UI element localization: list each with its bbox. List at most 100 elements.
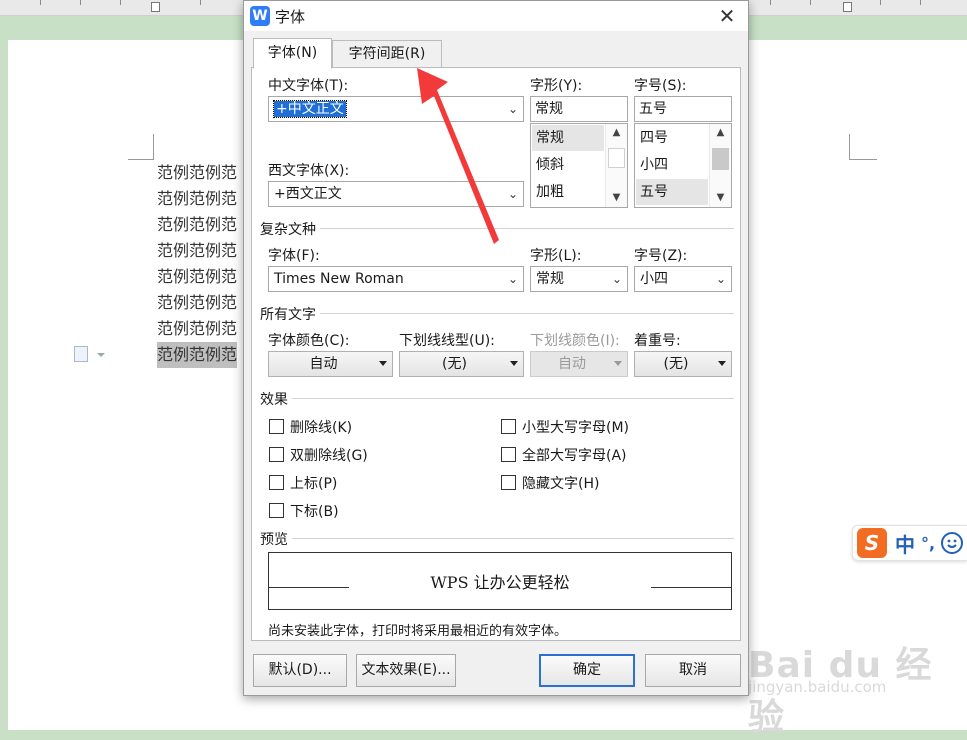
ruler-right-marker[interactable]: [843, 2, 852, 12]
subscript-label[interactable]: 下标(B): [290, 501, 339, 521]
underline-style-label: 下划线线型(U):: [399, 333, 495, 349]
section-all-text: 所有文字: [260, 304, 320, 324]
list-item[interactable]: 倾斜: [532, 152, 604, 178]
hidden-text-checkbox[interactable]: [501, 475, 516, 490]
small-caps-label[interactable]: 小型大写字母(M): [522, 417, 629, 437]
scroll-up-icon[interactable]: ▲: [606, 124, 627, 142]
size-listbox[interactable]: 四号 小四 五号 ▲ ▼: [634, 123, 732, 208]
superscript-checkbox[interactable]: [269, 475, 284, 490]
document-text[interactable]: 范例范例范 范例范例范 范例范例范 范例范例范 范例范例范 范例范例范 范例范例…: [157, 160, 238, 368]
ruler-indent-marker[interactable]: [151, 2, 160, 12]
doc-line: 范例范例范: [157, 319, 238, 338]
font-preview-box: WPS 让办公更轻松: [268, 552, 732, 610]
preview-text: WPS 让办公更轻松: [430, 573, 570, 592]
cancel-button[interactable]: 取消: [645, 654, 741, 687]
double-strikethrough-label[interactable]: 双删除线(G): [290, 445, 368, 465]
western-font-combo[interactable]: +西文正文 ⌄: [268, 181, 524, 207]
close-icon[interactable]: ✕: [714, 3, 740, 29]
chevron-down-icon[interactable]: ⌄: [508, 182, 518, 206]
crop-mark-left: [128, 134, 154, 160]
chinese-font-value: +中文正文: [273, 100, 347, 118]
font-color-label: 字体颜色(C):: [268, 333, 350, 349]
doc-line-selected: 范例范例范: [157, 342, 238, 368]
paragraph-layout-icon[interactable]: [74, 346, 105, 362]
default-button[interactable]: 默认(D)...: [253, 654, 347, 687]
list-item[interactable]: 四号: [636, 125, 708, 151]
dropdown-arrow-icon: [614, 361, 622, 366]
complex-style-label: 字形(L):: [530, 248, 582, 264]
complex-style-value: 常规: [536, 271, 564, 287]
all-caps-label[interactable]: 全部大写字母(A): [522, 445, 627, 465]
tab-character-spacing[interactable]: 字符间距(R): [332, 40, 442, 68]
watermark-url: jingyan.baidu.com: [748, 678, 887, 696]
style-listbox[interactable]: 常规 倾斜 加粗 ▲ ▼: [530, 123, 628, 208]
dropdown-arrow-icon: [718, 361, 726, 366]
underline-color-value: 自动: [558, 356, 586, 372]
emphasis-dropdown[interactable]: (无): [634, 351, 732, 377]
complex-font-combo[interactable]: Times New Roman ⌄: [268, 266, 524, 292]
size-scrollbar[interactable]: ▲ ▼: [709, 124, 731, 207]
doc-line: 范例范例范: [157, 189, 238, 208]
list-item[interactable]: 加粗: [532, 179, 604, 205]
section-effects: 效果: [260, 389, 292, 409]
complex-style-combo[interactable]: 常规 ⌄: [530, 266, 628, 292]
doc-line: 范例范例范: [157, 241, 238, 260]
chinese-font-label: 中文字体(T):: [268, 78, 349, 94]
small-caps-checkbox[interactable]: [501, 419, 516, 434]
chevron-down-icon[interactable]: ⌄: [716, 267, 726, 291]
scroll-thumb[interactable]: [608, 148, 625, 168]
chevron-down-icon[interactable]: ⌄: [508, 267, 518, 291]
tab-font[interactable]: 字体(N): [253, 38, 332, 69]
text-effect-button[interactable]: 文本效果(E)...: [356, 654, 456, 687]
superscript-label[interactable]: 上标(P): [290, 473, 337, 493]
underline-style-dropdown[interactable]: (无): [399, 351, 524, 377]
size-input[interactable]: 五号: [634, 96, 732, 122]
scroll-down-icon[interactable]: ▼: [606, 189, 627, 207]
ime-punctuation-toggle[interactable]: °,: [921, 534, 935, 553]
underline-color-label: 下划线颜色(I):: [530, 333, 620, 349]
all-caps-checkbox[interactable]: [501, 447, 516, 462]
western-font-value: +西文正文: [274, 186, 342, 202]
sogou-logo-icon: S: [857, 528, 887, 558]
crop-mark-right: [849, 134, 877, 160]
chinese-font-combo[interactable]: +中文正文 ⌄: [268, 96, 524, 122]
style-label: 字形(Y):: [530, 78, 583, 94]
scroll-up-icon[interactable]: ▲: [710, 124, 731, 142]
strikethrough-label[interactable]: 删除线(K): [290, 417, 352, 437]
list-item[interactable]: 五号: [636, 179, 708, 205]
scroll-thumb[interactable]: [712, 148, 729, 170]
strikethrough-checkbox[interactable]: [269, 419, 284, 434]
dropdown-arrow-icon: [379, 361, 387, 366]
underline-style-value: (无): [442, 356, 467, 372]
font-color-value: 自动: [309, 356, 338, 372]
font-dialog: W 字体 ✕ 字体(N) 字符间距(R) 中文字体(T): +中文正文 ⌄ 字形…: [243, 0, 749, 696]
ime-language-toggle[interactable]: 中: [895, 529, 915, 558]
font-not-installed-note: 尚未安装此字体，打印时将采用最相近的有效字体。: [268, 624, 568, 639]
ime-toolbar[interactable]: S 中 °,: [852, 525, 967, 561]
chevron-down-icon[interactable]: ⌄: [612, 267, 622, 291]
double-strikethrough-checkbox[interactable]: [269, 447, 284, 462]
font-tab-panel: 中文字体(T): +中文正文 ⌄ 字形(Y): 常规 常规 倾斜 加粗 ▲ ▼ …: [251, 67, 741, 641]
ok-button[interactable]: 确定: [539, 654, 635, 687]
size-label: 字号(S):: [634, 78, 687, 94]
list-item[interactable]: 常规: [532, 125, 604, 151]
style-input[interactable]: 常规: [530, 96, 628, 122]
complex-font-label: 字体(F):: [268, 248, 320, 264]
complex-size-combo[interactable]: 小四 ⌄: [634, 266, 732, 292]
style-scrollbar[interactable]: ▲ ▼: [605, 124, 627, 207]
section-preview: 预览: [260, 529, 292, 549]
dialog-titlebar[interactable]: W 字体 ✕: [244, 1, 748, 31]
scroll-down-icon[interactable]: ▼: [710, 189, 731, 207]
hidden-text-label[interactable]: 隐藏文字(H): [522, 473, 599, 493]
doc-line: 范例范例范: [157, 293, 238, 312]
baidu-watermark: Bai du 经验 jingyan.baidu.com: [748, 636, 967, 740]
subscript-checkbox[interactable]: [269, 503, 284, 518]
chevron-down-icon[interactable]: ⌄: [508, 97, 518, 121]
dialog-title: 字体: [275, 8, 306, 26]
font-color-dropdown[interactable]: 自动: [268, 351, 393, 377]
smile-icon[interactable]: [941, 532, 964, 554]
dropdown-arrow-icon: [510, 361, 518, 366]
emphasis-value: (无): [663, 356, 689, 372]
list-item[interactable]: 小四: [636, 152, 708, 178]
western-font-label: 西文字体(X):: [268, 163, 350, 179]
